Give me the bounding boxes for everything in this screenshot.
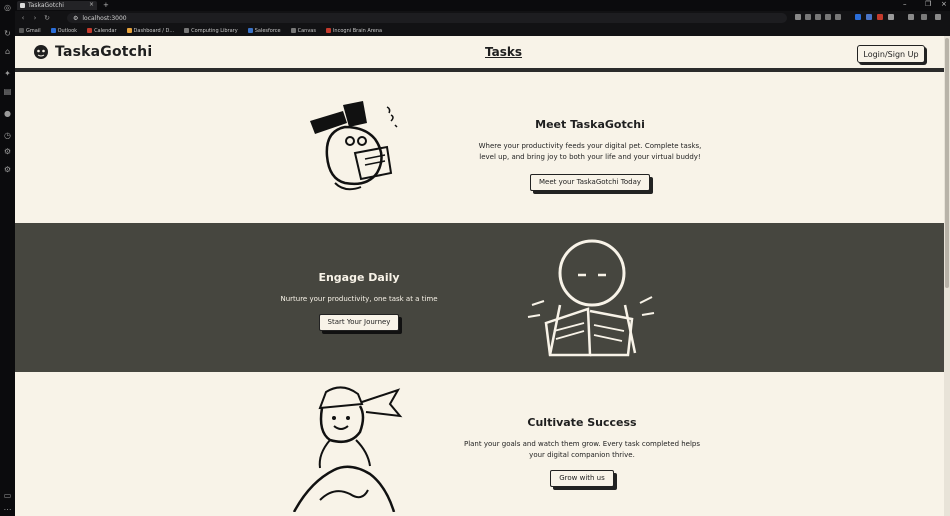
hero-title: Meet TaskaGotchi: [535, 118, 645, 131]
forward-icon[interactable]: ›: [29, 14, 41, 22]
grow-with-us-button[interactable]: Grow with us: [550, 470, 614, 487]
extension-icon[interactable]: [795, 14, 801, 20]
refresh-side-icon[interactable]: ↻: [3, 30, 12, 38]
site-header: TaskaGotchi Tasks Login/Sign Up: [15, 36, 944, 72]
close-window-icon[interactable]: ×: [941, 0, 947, 8]
menu-icon[interactable]: [935, 14, 941, 20]
history-side-icon[interactable]: ◷: [3, 132, 12, 140]
engage-daily-section: Engage Daily Nurture your productivity, …: [15, 223, 944, 372]
site-logo[interactable]: TaskaGotchi: [33, 44, 152, 60]
extension-icon[interactable]: [805, 14, 811, 20]
tab-close-icon[interactable]: ×: [89, 1, 94, 8]
minimize-icon[interactable]: –: [903, 0, 907, 8]
page: TaskaGotchi Tasks Login/Sign Up Meet Tas…: [15, 36, 944, 516]
pet-reading-illustration: [310, 101, 398, 191]
login-signup-button[interactable]: Login/Sign Up: [857, 45, 925, 63]
circle-side-icon[interactable]: ●: [3, 110, 12, 118]
extension-icon[interactable]: [888, 14, 894, 20]
extension-icon[interactable]: [866, 14, 872, 20]
browser-navbar: ‹ › ↻ ⚙ localhost:3000: [15, 11, 950, 25]
extensions-side-icon[interactable]: ⚙: [3, 148, 12, 156]
extension-icon[interactable]: [825, 14, 831, 20]
bookmark-item[interactable]: Salesforce: [247, 28, 281, 34]
success-text-line: Plant your goals and watch them grow. Ev…: [463, 440, 701, 448]
bookmark-item[interactable]: Outlook: [50, 28, 77, 34]
download-icon[interactable]: [908, 14, 914, 20]
tab-bar: TaskaGotchi × + – ❐ ×: [15, 0, 950, 11]
engage-title: Engage Daily: [318, 271, 400, 284]
new-tab-icon[interactable]: +: [103, 1, 109, 9]
bookmarks-bar: Gmail Outlook Calendar Dashboard / D... …: [15, 25, 950, 36]
hero-text-block: Meet TaskaGotchi Where your productivity…: [465, 118, 715, 191]
url-text: localhost:3000: [82, 14, 127, 22]
extension-icon[interactable]: [877, 14, 883, 20]
browser-logo-icon: ◎: [4, 3, 11, 12]
engage-text: Nurture your productivity, one task at a…: [280, 295, 438, 303]
bookmark-item[interactable]: Canvas: [290, 28, 316, 34]
bookmark-side-icon[interactable]: ✦: [3, 70, 12, 78]
hero-text-line: level up, and bring joy to both your lif…: [479, 153, 701, 161]
site-info-icon[interactable]: ⚙: [73, 15, 78, 22]
extension-icon[interactable]: [815, 14, 821, 20]
success-title: Cultivate Success: [527, 416, 637, 429]
bookmark-item[interactable]: Computing Library: [184, 28, 238, 34]
start-journey-button[interactable]: Start Your Journey: [318, 314, 400, 331]
home-side-icon[interactable]: ⌂: [3, 48, 12, 56]
meet-taskagotchi-button[interactable]: Meet your TaskaGotchi Today: [529, 174, 650, 191]
bookmark-item[interactable]: Gmail: [19, 28, 41, 34]
hero-text-line: Where your productivity feeds your digit…: [478, 142, 702, 150]
tab-favicon-icon: [20, 3, 25, 8]
page-scrollbar-thumb[interactable]: [945, 38, 949, 288]
hero-section: Meet TaskaGotchi Where your productivity…: [15, 76, 944, 223]
more-side-icon[interactable]: ⋯: [3, 506, 12, 514]
browser-sidebar: ◎ ↻ ⌂ ✦ ▤ ● ◷ ⚙ ⚙ ▭ ⋯: [0, 0, 15, 516]
pet-reading-book-illustration: [527, 239, 655, 357]
cultivate-success-section: Cultivate Success Plant your goals and w…: [15, 372, 944, 516]
active-tab[interactable]: TaskaGotchi ×: [17, 1, 97, 10]
settings-side-icon[interactable]: ⚙: [3, 166, 12, 174]
bookmark-item[interactable]: Dashboard / D...: [126, 28, 174, 34]
back-icon[interactable]: ‹: [17, 14, 29, 22]
book-side-icon[interactable]: ▤: [3, 88, 12, 96]
bookmark-item[interactable]: Calendar: [87, 28, 117, 34]
tab-title: TaskaGotchi: [28, 2, 64, 9]
engage-text-block: Engage Daily Nurture your productivity, …: [265, 271, 453, 331]
maximize-icon[interactable]: ❐: [925, 0, 931, 8]
extension-icon[interactable]: [835, 14, 841, 20]
address-bar[interactable]: ⚙ localhost:3000: [67, 13, 787, 23]
bookmark-item[interactable]: Incogni Brain Arena: [325, 28, 382, 34]
pet-climbing-illustration: [292, 386, 403, 512]
profile-icon[interactable]: [921, 14, 927, 20]
extension-icon[interactable]: [855, 14, 861, 20]
reload-icon[interactable]: ↻: [41, 14, 53, 22]
success-text-line: your digital companion thrive.: [529, 451, 635, 459]
panel-side-icon[interactable]: ▭: [3, 492, 12, 500]
logo-pet-icon: [34, 45, 48, 59]
logo-text: TaskaGotchi: [55, 44, 153, 60]
success-text-block: Cultivate Success Plant your goals and w…: [455, 416, 709, 487]
nav-tasks-link[interactable]: Tasks: [485, 45, 522, 59]
